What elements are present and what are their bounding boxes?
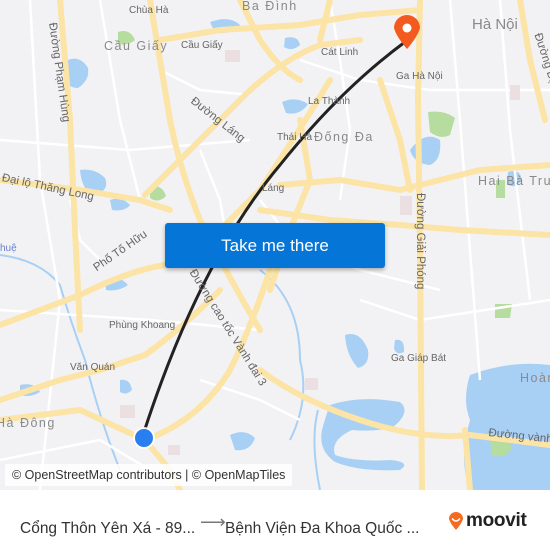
pin-dot-icon — [402, 23, 412, 33]
brand-name: moovit — [466, 510, 527, 531]
map-label: Ba Đình — [242, 0, 298, 13]
map-label: Chùa Hà — [129, 5, 169, 16]
map-label: Thái Hà — [277, 132, 313, 143]
map-label: huệ — [0, 243, 17, 254]
map-label: Đường Giải Phóng — [414, 193, 426, 290]
map-label: Hoàn — [520, 371, 550, 385]
map-label: Đống Đa — [314, 130, 374, 144]
map-label: La Thành — [308, 96, 351, 107]
moovit-pin-icon — [449, 512, 463, 530]
map-label: Cầu Giấy — [104, 39, 169, 53]
arrow-right-icon: ⟶ — [200, 512, 226, 532]
map-label: Láng — [262, 183, 285, 194]
map-label: Cát Linh — [321, 47, 359, 58]
map-label: Phùng Khoang — [109, 320, 176, 331]
moovit-logo[interactable]: moovit — [448, 510, 527, 532]
destination-marker[interactable] — [394, 15, 420, 49]
map-label: Hà Nội — [472, 16, 518, 33]
map-label: Cầu Giấy — [181, 40, 223, 51]
take-me-there-button[interactable]: Take me there — [165, 223, 385, 268]
origin-stop-name: Cổng Thôn Yên Xá - 89... — [20, 520, 196, 537]
map-label: Văn Quán — [70, 362, 116, 373]
attribution-text: © OpenStreetMap contributors | © OpenMap… — [12, 468, 286, 482]
map-label: Ga Giáp Bát — [391, 353, 447, 364]
map-attribution[interactable]: © OpenStreetMap contributors | © OpenMap… — [5, 464, 293, 486]
map-label: Hà Đông — [0, 416, 56, 430]
map-label: Ga Hà Nội — [396, 71, 443, 82]
destination-stop-name: Bệnh Viện Đa Khoa Quốc ... — [225, 520, 420, 537]
origin-marker[interactable] — [133, 427, 155, 449]
map-view[interactable]: Chùa Hà Ba Đình Hà Nội Đường Phạm Hùng C… — [0, 0, 550, 490]
map-label: Hai Bà Trưng — [478, 174, 550, 188]
